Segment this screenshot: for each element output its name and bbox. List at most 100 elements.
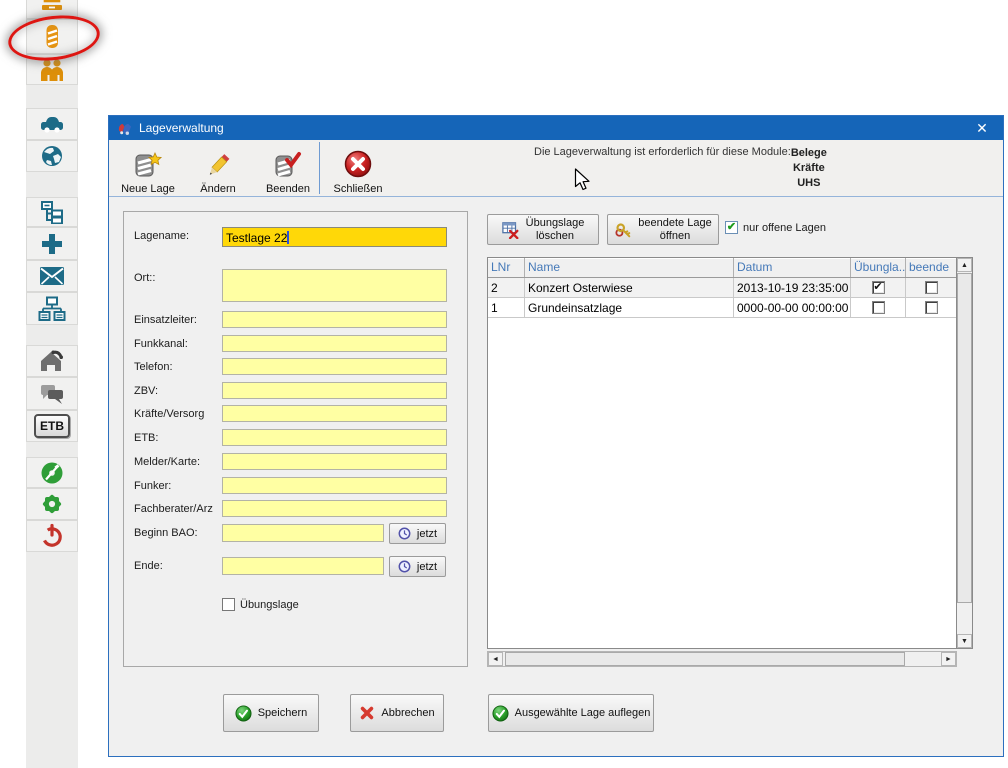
sidebar-item-beenden[interactable] (26, 520, 78, 552)
melder-label: Melder/Karte: (134, 456, 200, 468)
abbrechen-button[interactable]: Abbrechen (350, 694, 444, 732)
delete-line2: löschen (536, 230, 574, 242)
abbrechen-label: Abbrechen (381, 707, 434, 719)
col-datum[interactable]: Datum (734, 258, 851, 277)
fachberater-label: Fachberater/Arz (134, 503, 213, 515)
sidebar-item-nachrichten[interactable] (26, 260, 78, 292)
beginn-bao-field[interactable] (222, 524, 384, 542)
gear-icon (39, 491, 65, 517)
lageverwaltung-dialog: Lageverwaltung ✕ Neue Lage Ändern (108, 115, 1004, 757)
sidebar-item-etb[interactable]: ETB (26, 410, 78, 442)
funker-field[interactable] (222, 477, 447, 494)
schliessen-label: Schließen (334, 183, 383, 195)
etb-field[interactable] (222, 429, 447, 446)
sidebar-item-netzwerk[interactable] (26, 292, 78, 325)
telefon-field[interactable] (222, 358, 447, 375)
schliessen-button[interactable]: Schließen (325, 142, 391, 195)
check-glyph: ✔ (873, 282, 882, 293)
house-phone-icon (38, 348, 66, 374)
row-uebungslage-checkbox[interactable] (872, 301, 885, 314)
etb-label: ETB (40, 419, 64, 433)
uebungslage-checkbox[interactable] (222, 598, 235, 611)
scroll-right-icon[interactable]: ► (941, 652, 956, 666)
neue-lage-button[interactable]: Neue Lage (115, 142, 181, 195)
sidebar-item-fahrzeuge[interactable] (26, 108, 78, 140)
app-icon (117, 121, 132, 136)
ende-jetzt-button[interactable]: jetzt (389, 556, 446, 577)
scroll-left-icon[interactable]: ◄ (488, 652, 503, 666)
dialog-toolbar: Neue Lage Ändern Beenden (109, 140, 1003, 197)
open-line2: öffnen (660, 230, 690, 242)
ort-field[interactable] (222, 269, 447, 302)
org-tree-icon (39, 200, 65, 224)
funkkanal-field[interactable] (222, 335, 447, 352)
uebungslage-loeschen-button[interactable]: Übungslage löschen (487, 214, 599, 245)
cell-lnr: 1 (488, 298, 525, 317)
neue-lage-label: Neue Lage (121, 183, 175, 195)
sidebar-item-einstellungen[interactable] (26, 488, 78, 520)
col-lnr[interactable]: LNr (488, 258, 525, 277)
speichern-button[interactable]: Speichern (223, 694, 319, 732)
table-row[interactable]: 2 Konzert Osterwiese 2013-10-19 23:35:00… (488, 278, 972, 298)
sidebar-item-struktur[interactable] (26, 197, 78, 227)
row-beendet-checkbox[interactable] (925, 301, 938, 314)
sidebar-item-chat[interactable] (26, 377, 78, 410)
module-belege: Belege (791, 146, 827, 161)
check-glyph: ✔ (727, 222, 736, 233)
jetzt-label: jetzt (417, 528, 437, 540)
chat-bubbles-icon (38, 382, 66, 406)
beenden-button[interactable]: Beenden (257, 142, 319, 195)
text-caret (287, 231, 289, 244)
melder-field[interactable] (222, 453, 447, 470)
ende-field[interactable] (222, 557, 384, 575)
lagename-field[interactable]: Testlage 22 (222, 227, 447, 247)
module-kraefte: Kräfte (791, 161, 827, 176)
lage-auflegen-button[interactable]: Ausgewählte Lage auflegen (488, 694, 654, 732)
lagen-table: LNr Name Datum Übungla... beende 2 Konze… (487, 257, 973, 649)
open-line1: beendete Lage (638, 217, 711, 229)
lagename-label: Lagename: (134, 230, 189, 242)
funker-label: Funker: (134, 480, 171, 492)
vertical-scrollbar[interactable]: ▲ ▼ (956, 258, 972, 648)
table-row[interactable]: 1 Grundeinsatzlage 0000-00-00 00:00:00 (488, 298, 972, 318)
beenden-label: Beenden (266, 183, 310, 195)
cell-lnr: 2 (488, 278, 525, 297)
col-name[interactable]: Name (525, 258, 734, 277)
close-icon[interactable]: ✕ (967, 116, 997, 140)
einsatzleiter-label: Einsatzleiter: (134, 314, 197, 326)
ort-label: Ort:: (134, 272, 155, 284)
nur-offene-lagen-checkbox[interactable]: ✔ (725, 221, 738, 234)
row-uebungslage-checkbox[interactable]: ✔ (872, 281, 885, 294)
globe-icon (39, 143, 65, 169)
sidebar-item-leitstelle[interactable] (26, 345, 78, 377)
col-beendet[interactable]: beende (906, 258, 958, 277)
fachberater-field[interactable] (222, 500, 447, 517)
row-beendet-checkbox[interactable] (925, 281, 938, 294)
network-icon (38, 296, 66, 322)
hscroll-thumb[interactable] (505, 652, 905, 666)
aendern-button[interactable]: Ändern (187, 142, 249, 195)
pencil-icon (203, 151, 233, 181)
plus-icon (39, 231, 65, 257)
kraefte-field[interactable] (222, 405, 447, 422)
horizontal-scrollbar[interactable]: ◄ ► (487, 651, 957, 667)
dialog-titlebar[interactable]: Lageverwaltung ✕ (109, 116, 1003, 140)
delete-line1: Übungslage (526, 217, 585, 229)
cell-name: Grundeinsatzlage (525, 298, 734, 317)
beginn-jetzt-button[interactable]: jetzt (389, 523, 446, 544)
zbv-label: ZBV: (134, 385, 158, 397)
lage-auflegen-label: Ausgewählte Lage auflegen (515, 707, 651, 719)
scroll-down-icon[interactable]: ▼ (957, 634, 972, 648)
uebungslage-checkbox-label: Übungslage (240, 599, 299, 611)
cell-datum: 0000-00-00 00:00:00 (734, 298, 851, 317)
scroll-up-icon[interactable]: ▲ (957, 258, 972, 272)
sidebar-item-hinzufuegen[interactable] (26, 227, 78, 260)
zbv-field[interactable] (222, 382, 447, 399)
sidebar-item-karte[interactable] (26, 140, 78, 172)
vscroll-thumb[interactable] (957, 273, 972, 603)
beendete-lage-oeffnen-button[interactable]: beendete Lage öffnen (607, 214, 719, 245)
sidebar-item-datentraeger[interactable] (26, 457, 78, 488)
einsatzleiter-field[interactable] (222, 311, 447, 328)
col-uebungslage[interactable]: Übungla... (851, 258, 906, 277)
mouse-cursor (574, 168, 591, 192)
